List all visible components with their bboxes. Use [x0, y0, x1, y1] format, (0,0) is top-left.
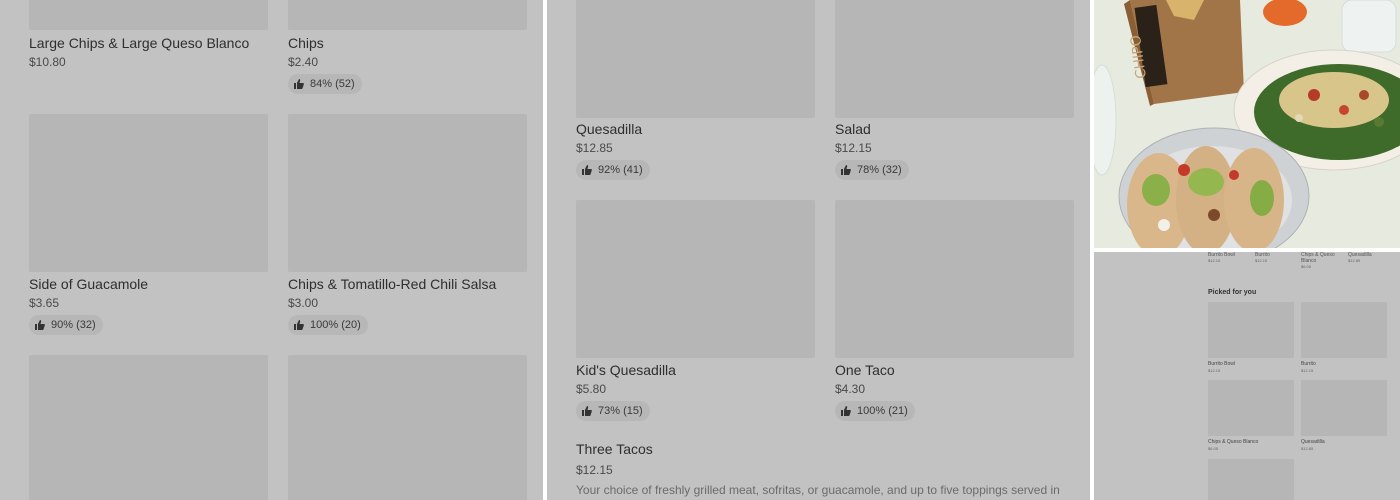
rating-badge: 100% (21) — [835, 401, 915, 421]
rating-text: 73% (15) — [598, 405, 643, 417]
mini-item-price: $6.05 — [1208, 446, 1219, 451]
item-name: Three Tacos — [576, 441, 653, 457]
item-name: Chips — [288, 35, 324, 51]
item-price: $10.80 — [29, 55, 66, 69]
food-photo: CHIPO — [1094, 0, 1400, 248]
rating-badge: 90% (32) — [29, 315, 103, 335]
item-image[interactable] — [29, 0, 268, 30]
mini-item-image[interactable] — [1301, 302, 1387, 358]
thumbs-up-icon — [294, 79, 304, 89]
thumbs-up-icon — [35, 320, 45, 330]
section-title: Picked for you — [1208, 289, 1257, 296]
item-price: $5.80 — [576, 382, 607, 396]
item-price: $12.15 — [576, 463, 613, 477]
mini-item-image[interactable] — [1208, 459, 1294, 500]
menu-panel-middle: Quesadilla $12.85 92% (41) Salad $12.15 … — [547, 0, 1090, 500]
thumbs-up-icon — [294, 320, 304, 330]
rating-badge: 92% (41) — [576, 160, 650, 180]
item-name: One Taco — [835, 362, 895, 378]
item-price: $3.00 — [288, 296, 319, 310]
mini-item-price: $12.15 — [1301, 368, 1314, 373]
mini-item-name: Burrito Bowl — [1208, 361, 1235, 367]
mini-item-price: $12.85 — [1301, 446, 1314, 451]
item-name: Chips & Tomatillo-Red Chili Salsa — [288, 276, 497, 292]
rating-badge: 84% (52) — [288, 74, 362, 94]
item-image[interactable] — [288, 355, 527, 500]
mini-menu-preview: Burrito Bowl $12.15 Burrito $12.15 Chips… — [1094, 252, 1400, 500]
thumbs-up-icon — [582, 165, 592, 175]
item-image[interactable] — [288, 0, 527, 30]
rating-text: 100% (21) — [857, 405, 908, 417]
item-image — [576, 0, 815, 118]
mini-item-price: $12.15 — [1255, 258, 1268, 263]
food-photo-illustration: CHIPO — [1094, 0, 1400, 248]
item-name: Kid's Quesadilla — [576, 362, 676, 378]
item-image[interactable] — [29, 355, 268, 500]
item-name: Side of Guacamole — [29, 276, 149, 292]
rating-badge: 100% (20) — [288, 315, 368, 335]
item-image — [835, 200, 1074, 358]
item-name: Quesadilla — [576, 121, 643, 137]
item-price: $3.65 — [29, 296, 60, 310]
rating-text: 90% (32) — [51, 319, 96, 331]
item-image — [288, 114, 527, 272]
item-image — [29, 114, 268, 272]
item-price: $4.30 — [835, 382, 866, 396]
mini-item-price: $6.05 — [1301, 264, 1312, 269]
thumbs-up-icon — [582, 406, 592, 416]
item-price: $12.15 — [835, 141, 872, 155]
item-image — [835, 0, 1074, 118]
thumbs-up-icon — [841, 406, 851, 416]
menu-panel-left: Large Chips & Large Queso Blanco $10.80 … — [0, 0, 543, 500]
rating-text: 100% (20) — [310, 319, 361, 331]
mini-item-name: Chips & Queso Blanco — [1301, 252, 1335, 264]
rating-text: 78% (32) — [857, 164, 902, 176]
rating-badge: 78% (32) — [835, 160, 909, 180]
mini-item-image[interactable] — [1208, 380, 1294, 436]
item-description: Your choice of freshly grilled meat, sof… — [576, 483, 1060, 497]
mini-item-image[interactable] — [1208, 302, 1294, 358]
rating-text: 84% (52) — [310, 78, 355, 90]
mini-item-name: Burrito — [1301, 361, 1316, 367]
item-price: $12.85 — [576, 141, 613, 155]
item-price: $2.40 — [288, 55, 319, 69]
mini-item-name: Chips & Queso Blanco — [1208, 439, 1259, 445]
item-name: Large Chips & Large Queso Blanco — [29, 35, 250, 51]
item-name: Salad — [835, 121, 871, 137]
rating-text: 92% (41) — [598, 164, 643, 176]
mini-item-name: Quesadilla — [1301, 439, 1325, 445]
rating-badge: 73% (15) — [576, 401, 650, 421]
mini-item-price: $12.85 — [1348, 258, 1361, 263]
item-image — [576, 200, 815, 358]
mini-item-price: $12.15 — [1208, 368, 1221, 373]
mini-item-image[interactable] — [1301, 380, 1387, 436]
thumbs-up-icon — [841, 165, 851, 175]
mini-item-price: $12.15 — [1208, 258, 1221, 263]
